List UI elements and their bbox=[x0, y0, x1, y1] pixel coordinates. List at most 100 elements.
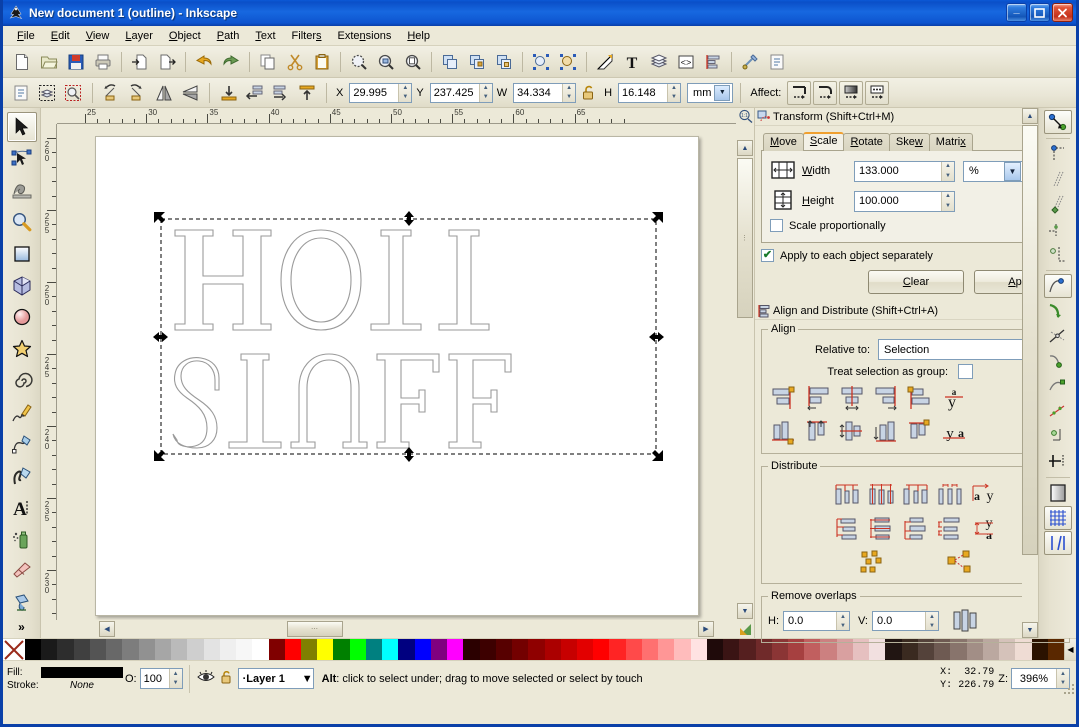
w-spinner[interactable]: ▲▼ bbox=[562, 84, 575, 102]
palette-swatch[interactable] bbox=[139, 639, 155, 661]
align-bottom-edge-to-top-anchor-icon[interactable] bbox=[768, 417, 800, 447]
palette-swatch[interactable] bbox=[317, 639, 333, 661]
snap-page-border-button[interactable] bbox=[1044, 481, 1072, 505]
h-input[interactable] bbox=[619, 84, 667, 102]
y-input[interactable] bbox=[431, 84, 479, 102]
menu-extensions[interactable]: Extensions bbox=[330, 28, 400, 44]
overlap-h-input[interactable] bbox=[784, 612, 836, 630]
menu-edit[interactable]: Edit bbox=[43, 28, 78, 44]
scale-height-field[interactable]: ▲▼ bbox=[854, 191, 955, 212]
snap-nodes-paths-button[interactable] bbox=[1044, 274, 1072, 298]
dock-scrollbar[interactable]: ▲ ▼ bbox=[1022, 108, 1038, 638]
opacity-spinner[interactable]: ▲▼ bbox=[169, 669, 182, 688]
text-tool[interactable]: A bbox=[7, 493, 37, 523]
canvas-corner-toggle[interactable] bbox=[736, 620, 754, 638]
tweak-tool[interactable] bbox=[7, 176, 37, 206]
palette-swatch[interactable] bbox=[269, 639, 285, 661]
palette-swatch[interactable] bbox=[723, 639, 739, 661]
affect-gradients-icon[interactable] bbox=[839, 81, 863, 105]
palette-swatch[interactable] bbox=[431, 639, 447, 661]
align-top-edges-icon[interactable] bbox=[802, 417, 834, 447]
lower-to-bottom-icon[interactable] bbox=[555, 49, 581, 75]
tab-matrix[interactable]: Matrix bbox=[929, 133, 973, 151]
palette-swatch[interactable] bbox=[333, 639, 349, 661]
paint-bucket-tool[interactable] bbox=[7, 588, 37, 618]
new-document-icon[interactable] bbox=[9, 49, 35, 75]
raise-one-step-icon[interactable] bbox=[269, 81, 293, 105]
snap-to-guides-button[interactable] bbox=[1044, 531, 1072, 555]
affect-rounded-corners-icon[interactable] bbox=[813, 81, 837, 105]
menu-layer[interactable]: Layer bbox=[117, 28, 161, 44]
dock-scroll-up-arrow[interactable]: ▲ bbox=[1022, 108, 1038, 124]
scale-height-input[interactable] bbox=[855, 192, 941, 211]
palette-swatch[interactable] bbox=[57, 639, 73, 661]
print-icon[interactable] bbox=[90, 49, 116, 75]
palette-swatch[interactable] bbox=[252, 639, 268, 661]
palette-swatch[interactable] bbox=[122, 639, 138, 661]
palette-swatch[interactable] bbox=[447, 639, 463, 661]
group-icon[interactable] bbox=[464, 49, 490, 75]
select-all-layers-icon[interactable] bbox=[35, 81, 59, 105]
vertical-scroll-thumb[interactable]: ⋮ bbox=[737, 158, 753, 318]
star-tool[interactable] bbox=[7, 334, 37, 364]
raise-to-top-icon[interactable] bbox=[295, 81, 319, 105]
snap-to-cusp-nodes-button[interactable] bbox=[1044, 349, 1072, 373]
cut-icon[interactable] bbox=[282, 49, 308, 75]
overlap-h-spinner[interactable]: ▲▼ bbox=[836, 612, 849, 630]
tab-rotate[interactable]: Rotate bbox=[843, 133, 889, 151]
layers-dialog-icon[interactable] bbox=[646, 49, 672, 75]
horizontal-scroll-thumb[interactable]: ⋯ bbox=[287, 621, 343, 637]
overlap-v-input[interactable] bbox=[873, 612, 925, 630]
distribute-top-edges-icon[interactable] bbox=[832, 514, 864, 544]
palette-swatch[interactable] bbox=[626, 639, 642, 661]
spray-tool[interactable] bbox=[7, 525, 37, 555]
palette-swatch[interactable] bbox=[90, 639, 106, 661]
ungroup-icon[interactable] bbox=[491, 49, 517, 75]
align-right-edges-icon[interactable] bbox=[870, 383, 902, 413]
scale-unit-combo[interactable]: % ▼ bbox=[963, 161, 1023, 182]
palette-swatch[interactable] bbox=[593, 639, 609, 661]
x-input[interactable] bbox=[350, 84, 398, 102]
palette-swatch[interactable] bbox=[577, 639, 593, 661]
center-on-horizontal-axis-icon[interactable] bbox=[836, 417, 868, 447]
menu-view[interactable]: View bbox=[78, 28, 118, 44]
apply-to-each-object-checkbox[interactable]: ✔ bbox=[761, 249, 774, 262]
palette-swatch[interactable] bbox=[187, 639, 203, 661]
text-anchor-vertical-icon[interactable]: ay bbox=[938, 383, 970, 413]
menu-help[interactable]: Help bbox=[399, 28, 438, 44]
align-right-edge-to-left-anchor-icon[interactable] bbox=[768, 383, 800, 413]
chevron-down-icon[interactable]: ▼ bbox=[1004, 162, 1021, 181]
flip-vertical-icon[interactable] bbox=[178, 81, 202, 105]
text-baseline-horizontal-icon[interactable]: ya bbox=[938, 417, 970, 447]
opacity-input[interactable] bbox=[141, 669, 169, 688]
palette-swatch[interactable] bbox=[366, 639, 382, 661]
distribute-left-edges-icon[interactable] bbox=[832, 480, 864, 510]
y-spinner[interactable]: ▲▼ bbox=[479, 84, 492, 102]
palette-swatch[interactable] bbox=[301, 639, 317, 661]
calligraphy-tool[interactable] bbox=[7, 461, 37, 491]
align-left-edge-to-right-anchor-icon[interactable] bbox=[904, 383, 936, 413]
snap-rotation-centers-button[interactable] bbox=[1044, 449, 1072, 473]
palette-swatch[interactable] bbox=[463, 639, 479, 661]
scroll-down-arrow[interactable]: ▼ bbox=[737, 603, 753, 619]
scale-height-spinner[interactable]: ▲▼ bbox=[941, 192, 954, 211]
zoom-selection-icon[interactable] bbox=[346, 49, 372, 75]
paste-icon[interactable] bbox=[309, 49, 335, 75]
snap-bbox-centers-button[interactable] bbox=[1044, 242, 1072, 266]
palette-swatch[interactable] bbox=[496, 639, 512, 661]
palette-swatch[interactable] bbox=[398, 639, 414, 661]
align-top-edge-to-bottom-anchor-icon[interactable] bbox=[904, 417, 936, 447]
distribute-text-anchors-vertical-icon[interactable]: ya bbox=[968, 514, 1000, 544]
overlap-v-field[interactable]: ▲▼ bbox=[872, 611, 939, 631]
distribute-equal-gaps-vertical-icon[interactable] bbox=[934, 514, 966, 544]
canvas-artwork[interactable] bbox=[57, 124, 697, 620]
minimize-button[interactable]: _ bbox=[1006, 3, 1027, 22]
scale-proportionally-checkbox[interactable] bbox=[770, 219, 783, 232]
layer-selector[interactable]: ·Layer 1 ▼ bbox=[238, 668, 314, 689]
distribute-right-edges-icon[interactable] bbox=[900, 480, 932, 510]
overlap-v-spinner[interactable]: ▲▼ bbox=[925, 612, 938, 630]
x-spinner[interactable]: ▲▼ bbox=[398, 84, 411, 102]
chevron-down-icon[interactable]: ▼ bbox=[302, 673, 313, 685]
distribute-centers-horizontally-icon[interactable] bbox=[866, 480, 898, 510]
overlap-h-field[interactable]: ▲▼ bbox=[783, 611, 850, 631]
